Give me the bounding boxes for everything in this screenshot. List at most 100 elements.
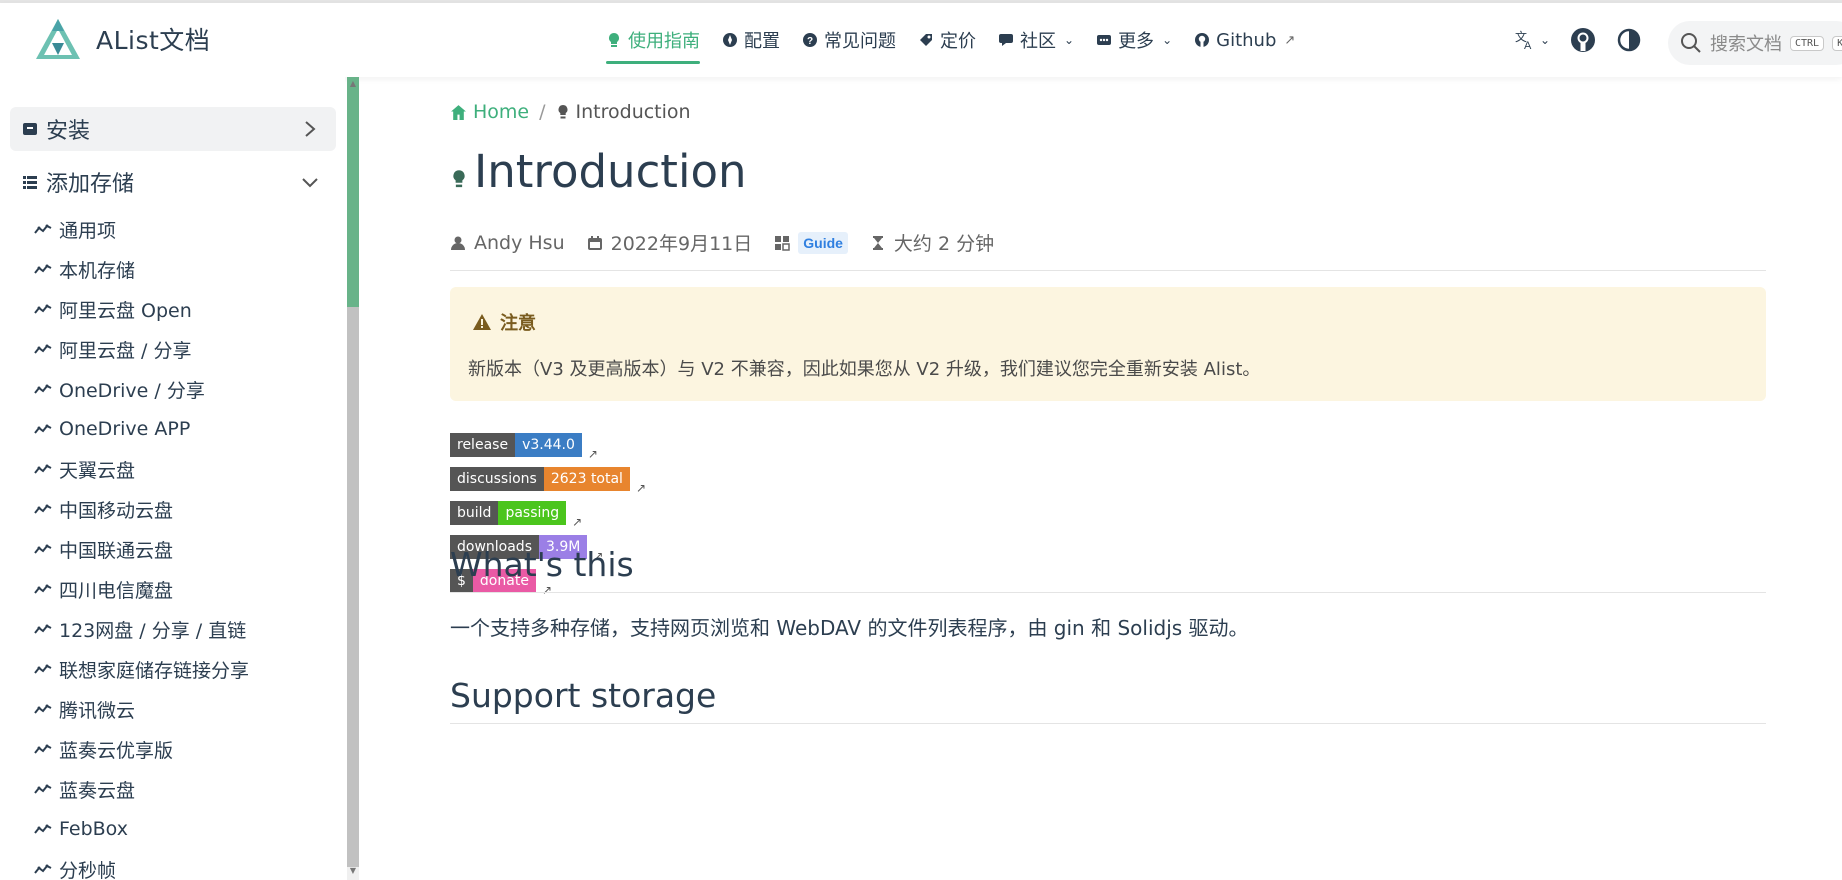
search-placeholder: 搜索文档 bbox=[1710, 34, 1782, 55]
sidebar-item-label: 分秒帧 bbox=[59, 859, 117, 880]
chart-line-icon bbox=[34, 664, 52, 674]
sidebar-item[interactable]: 腾讯微云 bbox=[34, 694, 135, 724]
status-badge[interactable]: discussions 2623 total bbox=[450, 467, 630, 491]
nav-guide[interactable]: 使用指南 bbox=[606, 20, 700, 64]
sidebar-item[interactable]: 123网盘 / 分享 / 直链 bbox=[34, 614, 246, 644]
sidebar-item-label: 阿里云盘 / 分享 bbox=[59, 339, 192, 362]
divider bbox=[450, 592, 1766, 593]
chevron-down-icon: ⌄ bbox=[1540, 33, 1551, 47]
warning-title: 注意 bbox=[472, 309, 536, 335]
sidebar-item-label: 四川电信魔盘 bbox=[59, 579, 174, 602]
breadcrumb-current-label: Introduction bbox=[575, 101, 691, 123]
external-link-icon: ↗ bbox=[572, 515, 583, 529]
sidebar: 安装 添加存储 通用项本机存储阿里云盘 Open 阿里云盘 / 分享 OneDriv… bbox=[0, 77, 345, 880]
breadcrumb-home[interactable]: Home bbox=[450, 101, 529, 123]
page-title: Introduction bbox=[450, 145, 747, 198]
chart-line-icon bbox=[34, 864, 52, 874]
nav-pricing[interactable]: 定价 bbox=[918, 20, 976, 60]
sidebar-item[interactable]: 联想家庭储存链接分享 bbox=[34, 654, 249, 684]
sidebar-item-label: OneDrive APP bbox=[59, 418, 191, 440]
sidebar-item[interactable]: 阿里云盘 / 分享 bbox=[34, 334, 191, 364]
sidebar-item[interactable]: 阿里云盘 Open bbox=[34, 294, 192, 324]
chart-line-icon bbox=[34, 624, 52, 634]
badge-label: release bbox=[450, 433, 516, 457]
sidebar-item[interactable]: 蓝奏云优享版 bbox=[34, 734, 173, 764]
badge-value: 2623 total bbox=[543, 467, 630, 491]
nav-actions: 文 A ⌄ bbox=[1514, 3, 1642, 77]
scroll-up-arrow-icon[interactable]: ▲ bbox=[348, 79, 358, 89]
chart-line-icon bbox=[34, 544, 52, 554]
nav-more[interactable]: 更多 ⌄ bbox=[1096, 20, 1172, 60]
sidebar-item-label: 联想家庭储存链接分享 bbox=[59, 659, 250, 682]
github-link-icon[interactable] bbox=[1570, 27, 1596, 53]
sidebar-item-label: 天翼云盘 bbox=[59, 459, 136, 482]
chart-line-icon bbox=[34, 784, 52, 794]
chart-line-icon bbox=[34, 224, 52, 234]
badge-row: build passing ↗ bbox=[450, 491, 646, 529]
theme-toggle-icon[interactable] bbox=[1616, 27, 1642, 53]
badge-value: v3.44.0 bbox=[515, 433, 582, 457]
nav-config-label: 配置 bbox=[744, 31, 780, 52]
brand-name: AList文档 bbox=[96, 26, 211, 55]
translate-icon: 文 A bbox=[1515, 29, 1532, 51]
brand[interactable]: AList文档 bbox=[34, 17, 210, 61]
divider bbox=[450, 270, 1766, 271]
status-badge[interactable]: release v3.44.0 bbox=[450, 433, 582, 457]
sidebar-item-label: 中国联通云盘 bbox=[59, 539, 174, 562]
search-shortcut-key: CTRL bbox=[1790, 35, 1825, 51]
sidebar-group-storage[interactable]: 添加存储 bbox=[10, 160, 336, 204]
language-switch[interactable]: 文 A ⌄ bbox=[1514, 29, 1550, 51]
section-heading-whats-this: What's this bbox=[450, 545, 634, 584]
more-icon bbox=[1097, 35, 1112, 45]
hourglass-icon bbox=[872, 235, 883, 250]
sidebar-item[interactable]: 蓝奏云盘 bbox=[34, 774, 135, 804]
sidebar-item[interactable]: 中国联通云盘 bbox=[34, 534, 173, 564]
sidebar-item-label: 本机存储 bbox=[59, 259, 136, 282]
sidebar-group-install[interactable]: 安装 bbox=[10, 107, 336, 151]
compass-icon bbox=[723, 33, 737, 47]
sidebar-item[interactable]: 分秒帧 bbox=[34, 854, 116, 880]
sidebar-item[interactable]: 天翼云盘 bbox=[34, 454, 135, 484]
chart-line-icon bbox=[34, 424, 52, 434]
badge-row: discussions 2623 total ↗ bbox=[450, 457, 646, 495]
sidebar-item[interactable]: 中国移动云盘 bbox=[34, 494, 173, 524]
scroll-down-arrow-icon[interactable]: ▼ bbox=[348, 866, 358, 876]
external-link-icon: ↗ bbox=[541, 583, 552, 597]
sidebar-item-label: 蓝奏云盘 bbox=[59, 779, 136, 802]
status-badge[interactable]: build passing bbox=[450, 501, 567, 525]
author[interactable]: Andy Hsu bbox=[474, 232, 565, 254]
sidebar-item[interactable]: 通用项 bbox=[34, 214, 116, 244]
chart-line-icon bbox=[34, 264, 52, 274]
chart-line-icon bbox=[34, 344, 52, 354]
alist-logo bbox=[36, 19, 80, 59]
nav-more-label: 更多 bbox=[1118, 31, 1155, 52]
sidebar-item[interactable]: OneDrive APP bbox=[34, 414, 190, 444]
category-badge[interactable]: Guide bbox=[798, 231, 848, 254]
chart-line-icon bbox=[34, 584, 52, 594]
sidebar-item[interactable]: 本机存储 bbox=[34, 254, 135, 284]
nav-config[interactable]: 配置 bbox=[722, 20, 780, 60]
nav-faq[interactable]: ? 常见问题 bbox=[802, 20, 896, 60]
sidebar-item[interactable]: 四川电信魔盘 bbox=[34, 574, 173, 604]
list-icon bbox=[23, 176, 37, 189]
warning-title-text: 注意 bbox=[500, 313, 536, 334]
nav-menu: 使用指南 配置 ? 常见问题 定价 社区 ⌄ 更多 ⌄ Github ↗ bbox=[606, 3, 1295, 77]
search-icon bbox=[1681, 33, 1701, 53]
chevron-right-icon bbox=[305, 121, 316, 137]
nav-github-label: Github bbox=[1216, 29, 1277, 51]
sidebar-item[interactable]: OneDrive / 分享 bbox=[34, 374, 205, 404]
svg-text:?: ? bbox=[807, 36, 813, 47]
sidebar-item-label: 中国移动云盘 bbox=[59, 499, 174, 522]
sidebar-item[interactable]: FebBox bbox=[34, 814, 128, 844]
chat-icon bbox=[999, 34, 1013, 46]
scrollbar-thumb[interactable] bbox=[347, 307, 359, 867]
nav-github[interactable]: Github ↗ bbox=[1194, 20, 1295, 60]
nav-community[interactable]: 社区 ⌄ bbox=[998, 20, 1074, 60]
external-link-icon: ↗ bbox=[635, 481, 647, 495]
user-icon bbox=[451, 236, 465, 250]
navbar: AList文档 使用指南 配置 ? 常见问题 定价 社区 ⌄ 更多 ⌄ Gith… bbox=[0, 3, 1842, 77]
search-box[interactable]: 搜索文档 CTRL K bbox=[1668, 21, 1842, 65]
section-heading-support-storage: Support storage bbox=[450, 676, 717, 715]
warning-text: 新版本（V3 及更高版本）与 V2 不兼容，因此如果您从 V2 升级，我们建议您… bbox=[468, 359, 1261, 380]
github-icon bbox=[1195, 33, 1210, 47]
